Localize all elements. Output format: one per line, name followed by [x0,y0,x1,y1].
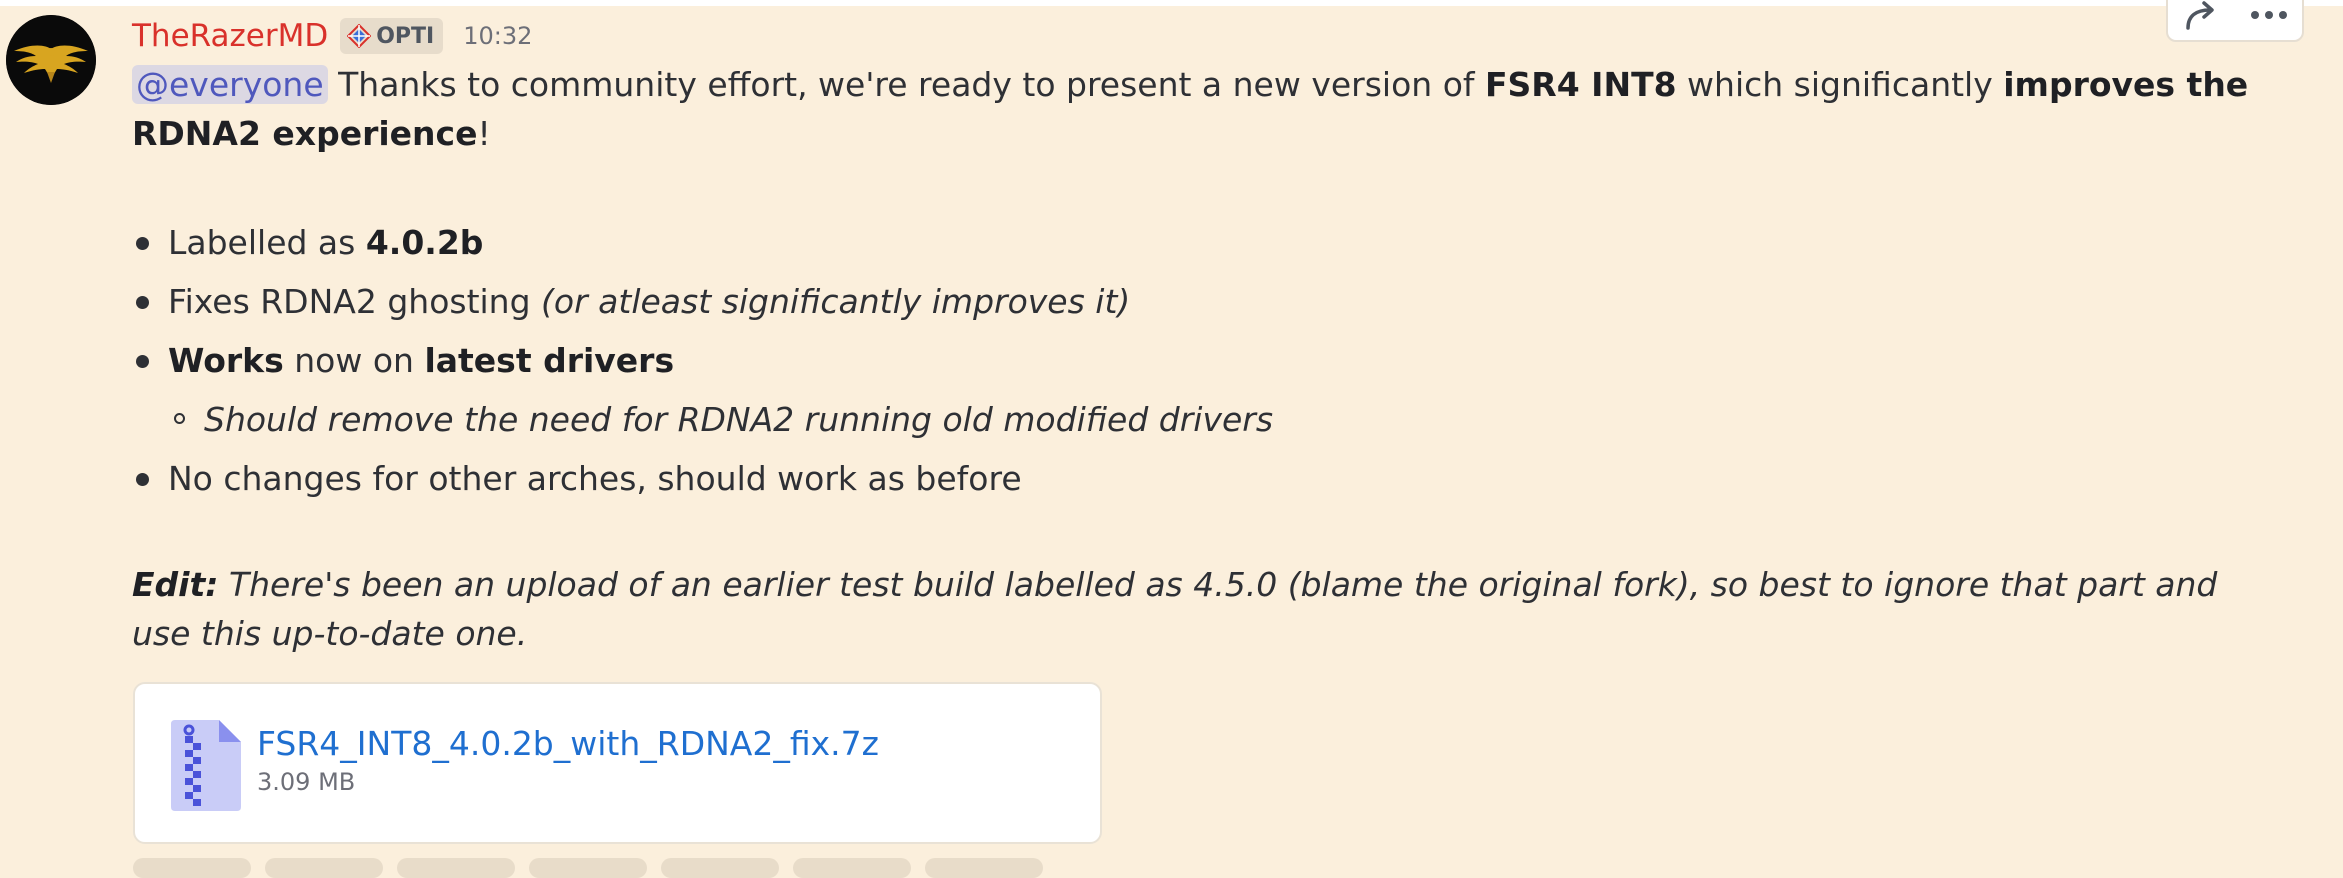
file-name-link[interactable]: FSR4_INT8_4.0.2b_with_RDNA2_fix.7z [257,724,879,763]
reaction-pill[interactable] [793,858,911,878]
role-tag[interactable]: OPTI [340,18,444,54]
bullet-ring-icon [174,413,185,424]
edit-label: Edit: [132,565,219,604]
top-divider [0,0,2343,6]
list-item-text: Labelled as [168,223,366,262]
list-item-bold: 4.0.2b [365,223,484,262]
list-item-text: now on [283,341,425,380]
zip-file-icon [171,720,241,811]
edit-text: There's been an upload of an earlier tes… [132,565,2218,653]
file-attachment[interactable]: FSR4_INT8_4.0.2b_with_RDNA2_fix.7z 3.09 … [133,682,1102,844]
bullet-dot-icon [136,296,149,309]
bullet-dot-icon [136,355,149,368]
reaction-bar [133,858,1043,878]
list-subitem: Should remove the need for RDNA2 running… [132,395,1273,454]
reaction-pill[interactable] [661,858,779,878]
reaction-pill[interactable] [133,858,251,878]
timestamp[interactable]: 10:32 [463,22,532,50]
list-item-bold: latest drivers [424,341,675,380]
reaction-pill[interactable] [265,858,383,878]
message-header: TheRazerMD OPTI 10:32 [132,14,532,58]
message-toolbar [2166,0,2304,42]
intro-text-1: Thanks to community effort, we're ready … [327,65,1485,104]
intro-bold-1: FSR4 INT8 [1485,65,1677,104]
bullet-dot-icon [136,237,149,250]
avatar[interactable] [6,15,96,105]
list-subitem-text: Should remove the need for RDNA2 running… [204,400,1274,439]
list-item: Fixes RDNA2 ghosting (or atleast signifi… [132,277,1273,336]
diamond-cross-icon [347,24,372,48]
list-item-bold: Works [168,341,284,380]
intro-text-2: which significantly [1676,65,2004,104]
more-dots-icon[interactable] [2249,9,2289,21]
reply-arrow-icon[interactable] [2182,0,2222,30]
edit-note: Edit: There's been an upload of an earli… [132,560,2262,658]
role-tag-label: OPTI [376,23,435,49]
list-item: Works now on latest drivers [132,336,1273,395]
list-item: No changes for other arches, should work… [132,454,1273,513]
list-item-italic: (or atleast significantly improves it) [541,282,1131,321]
list-item: Labelled as 4.0.2b [132,218,1273,277]
list-item-text: Fixes RDNA2 ghosting [168,282,542,321]
file-size: 3.09 MB [257,768,356,796]
eagle-emblem-icon [6,15,96,105]
reaction-pill[interactable] [529,858,647,878]
list-item-text: No changes for other arches, should work… [168,459,1022,498]
intro-text-3: ! [477,114,491,153]
message-intro: @everyone Thanks to community effort, we… [132,60,2262,158]
bullet-dot-icon [136,473,149,486]
reaction-pill[interactable] [925,858,1043,878]
everyone-mention[interactable]: @everyone [132,65,328,104]
changelog-list: Labelled as 4.0.2b Fixes RDNA2 ghosting … [132,218,1273,513]
author-name[interactable]: TheRazerMD [132,18,328,54]
reaction-pill[interactable] [397,858,515,878]
